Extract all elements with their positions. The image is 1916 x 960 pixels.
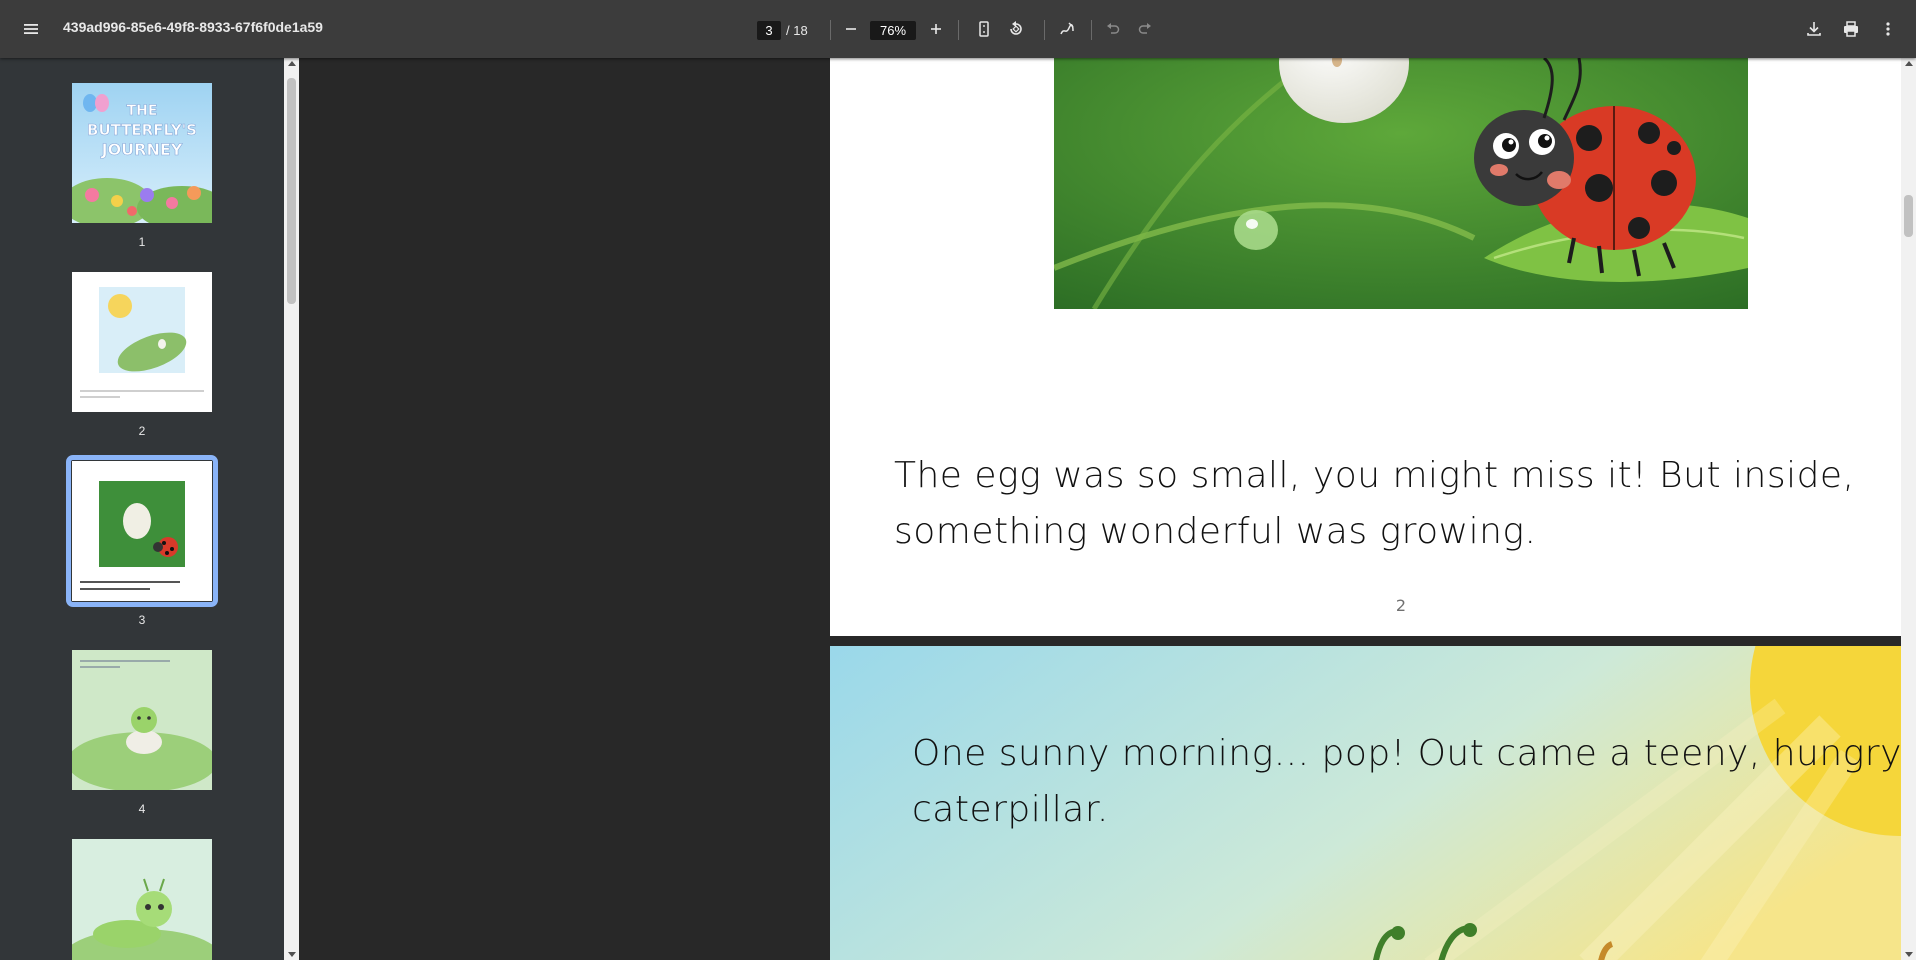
viewer-scroll-down-arrow[interactable] [1905,952,1913,957]
download-icon [1807,22,1821,36]
sidebar-scroll-up-arrow[interactable] [288,61,296,66]
redo-button[interactable] [1129,13,1161,45]
rotate-icon [1010,21,1022,35]
cover-thumbnail-image: THE BUTTERFLY'S JOURNEY [62,83,227,230]
page-4-thumbnail-image [67,650,217,792]
more-options-button[interactable] [1872,13,1904,45]
pdf-page-3: The egg was so small, you might miss it!… [830,58,1901,636]
fit-page-icon [979,21,989,37]
cover-title-line-1: THE [127,103,158,119]
page-body-text-line-2: something wonderful was growing. [894,511,1537,552]
annotate-button[interactable] [1051,13,1083,45]
menu-button[interactable] [15,13,47,45]
zoom-in-button[interactable] [920,13,952,45]
download-button[interactable] [1798,13,1830,45]
pdf-page-4: One sunny morning... pop! Out came a tee… [830,646,1901,960]
document-viewer: The egg was so small, you might miss it!… [299,58,1901,960]
zoom-input[interactable]: 76% [870,21,916,40]
page-body-text-line-1: One sunny morning... pop! Out came a tee… [912,733,1901,774]
pen-icon [1060,22,1074,35]
minus-icon [846,28,856,30]
rotate-button[interactable] [1000,13,1032,45]
printer-icon [1844,21,1858,37]
thumbnail-page-5[interactable] [62,839,222,960]
thumbnail-number: 4 [138,802,146,816]
thumbnail-page-1[interactable]: THE BUTTERFLY'S JOURNEY [62,83,227,230]
cover-title-line-3: JOURNEY [101,140,183,159]
more-vert-icon [1886,22,1890,36]
thumbnail-page-3[interactable] [66,455,218,607]
page-2-thumbnail-image [72,272,212,412]
zoom-out-button[interactable] [835,13,867,45]
menu-icon [24,24,38,34]
print-button[interactable] [1835,13,1867,45]
thumbnail-page-4[interactable] [67,650,217,792]
page-3-thumbnail-image [72,461,212,601]
page-5-thumbnail-image [62,839,222,960]
page-body-text-line-2: caterpillar. [912,789,1109,830]
page-body-text: The egg was so small, you might miss it!… [894,448,1901,560]
viewer-scrollbar[interactable] [1901,58,1916,960]
page-body-text: One sunny morning... pop! Out came a tee… [912,726,1901,838]
sidebar-scrollbar-thumb[interactable] [287,78,296,304]
viewer-scroll-up-arrow[interactable] [1905,61,1913,66]
page-number-input[interactable]: 3 [757,21,781,40]
toolbar-separator [958,20,959,40]
toolbar-separator [1091,20,1092,40]
toolbar-separator [830,20,831,40]
egg-ladybug-illustration [1054,58,1748,309]
thumbnail-page-2[interactable] [72,272,212,412]
sidebar-scroll-down-arrow[interactable] [288,952,296,957]
undo-button[interactable] [1097,13,1129,45]
thumbnail-number: 2 [138,424,146,438]
plus-icon [931,24,941,34]
viewer-scrollbar-thumb[interactable] [1904,195,1913,237]
document-title: 439ad996-85e6-49f8-8933-67f6f0de1a59 [63,19,323,35]
pdf-toolbar: 439ad996-85e6-49f8-8933-67f6f0de1a59 3 /… [0,0,1916,58]
cover-title-line-2: BUTTERFLY'S [87,121,197,139]
toolbar-separator [1044,20,1045,40]
undo-icon [1107,23,1120,34]
thumbnail-number: 1 [138,235,146,249]
page-total-label: / 18 [786,23,808,38]
page-footer-number: 2 [1395,596,1407,615]
fit-page-button[interactable] [968,13,1000,45]
page-body-text-line-1: The egg was so small, you might miss it!… [894,455,1855,496]
thumbnail-sidebar: THE BUTTERFLY'S JOURNEY 1 2 3 4 [0,58,284,960]
redo-icon [1138,23,1151,34]
thumbnail-number: 3 [138,613,146,627]
